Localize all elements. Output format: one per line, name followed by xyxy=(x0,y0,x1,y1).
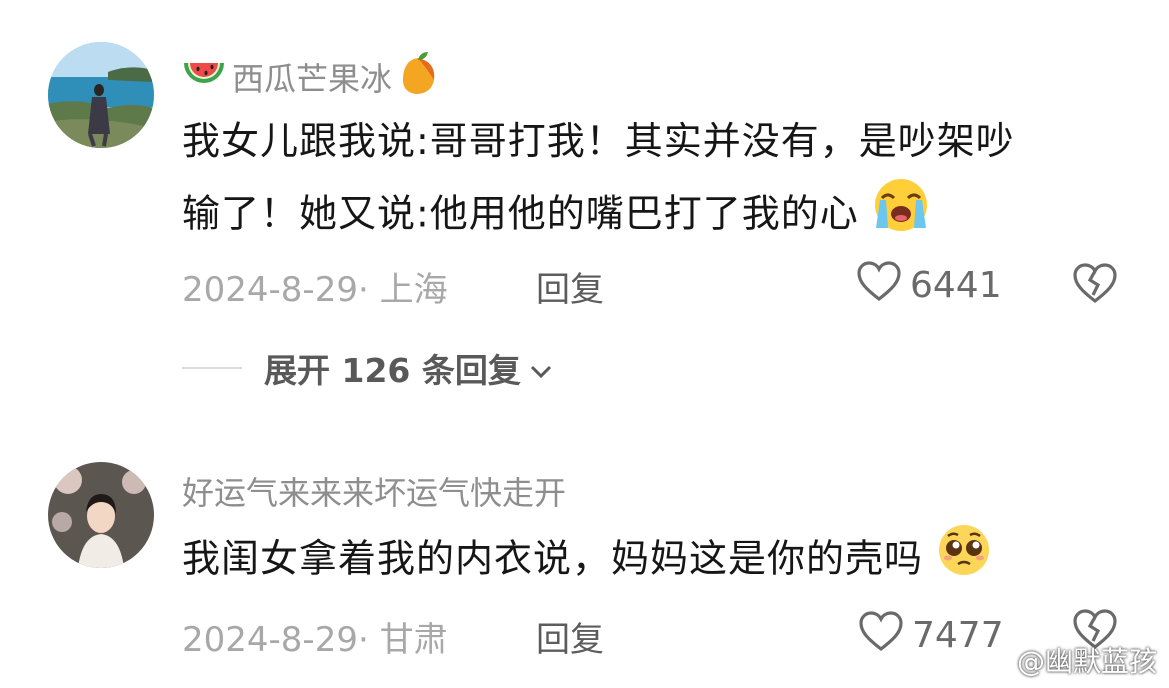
username-text: 好运气来来来坏运气快走开 xyxy=(182,474,567,512)
divider-line xyxy=(182,367,242,369)
username[interactable]: 好运气来来来坏运气快走开 xyxy=(182,468,566,514)
comment-text: 我闺女拿着我的内衣说，妈妈这是你的壳吗 xyxy=(182,522,1142,600)
mango-emoji-icon xyxy=(398,50,438,104)
reply-button[interactable]: 回复 xyxy=(536,612,604,661)
loudly-crying-face-icon xyxy=(872,176,930,256)
comment-date-location: 2024-8-29· 甘肃 xyxy=(182,620,448,660)
comment-text-line: 输了！她又说:他用他的嘴巴打了我的心 xyxy=(182,176,1142,256)
like-count: 6441 xyxy=(910,265,1002,306)
like-button[interactable]: 6441 xyxy=(856,260,1002,311)
username-text: 西瓜芒果冰 xyxy=(232,60,393,98)
dislike-button[interactable] xyxy=(1072,262,1118,308)
heart-icon xyxy=(856,260,902,311)
avatar[interactable] xyxy=(48,462,154,568)
heart-icon xyxy=(858,610,904,661)
comment-text: 我女儿跟我说:哥哥打我！其实并没有，是吵架吵 输了！她又说:他用他的嘴巴打了我的… xyxy=(182,106,1142,256)
weibo-logo-icon xyxy=(971,641,1012,680)
watermelon-emoji-icon xyxy=(182,55,226,99)
watermark-text: @幽默蓝孩 xyxy=(1016,645,1157,678)
expand-replies-label: 展开 126 条回复 xyxy=(264,351,521,390)
reply-button[interactable]: 回复 xyxy=(536,262,604,311)
broken-heart-icon xyxy=(1072,263,1118,308)
username[interactable]: 西瓜芒果冰 xyxy=(182,50,438,104)
expand-replies-button[interactable]: 展开 126 条回复 xyxy=(182,344,553,392)
watermark: @幽默蓝孩 xyxy=(971,640,1157,680)
avatar[interactable] xyxy=(48,42,154,148)
comment-date-location: 2024-8-29· 上海 xyxy=(182,270,448,310)
pleading-face-icon xyxy=(936,522,992,600)
comment-text-line: 我闺女拿着我的内衣说，妈妈这是你的壳吗 xyxy=(182,522,1142,600)
comment-text-line: 我女儿跟我说:哥哥打我！其实并没有，是吵架吵 xyxy=(182,119,1015,163)
chevron-down-icon xyxy=(529,349,553,388)
